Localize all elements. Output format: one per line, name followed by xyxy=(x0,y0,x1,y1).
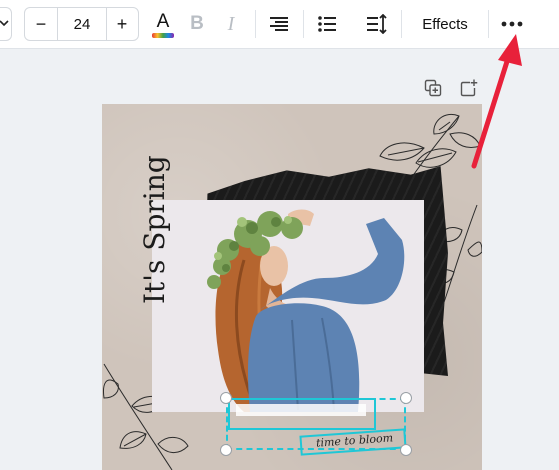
selected-text-highlight xyxy=(236,404,366,416)
design-title: It's Spring! xyxy=(138,154,171,304)
design-title-container[interactable]: It's Spring! xyxy=(114,154,174,314)
decrease-font-size-button[interactable]: − xyxy=(25,8,57,40)
more-options-icon xyxy=(501,21,523,27)
arrow-shaft xyxy=(471,49,513,169)
increase-font-size-button[interactable]: + xyxy=(106,8,138,40)
resize-handle-top-left[interactable] xyxy=(220,392,232,404)
resize-handle-bottom-left[interactable] xyxy=(220,444,232,456)
text-color-button[interactable]: A xyxy=(148,8,178,40)
color-swatch xyxy=(152,32,174,38)
chevron-down-icon xyxy=(0,20,9,27)
font-dropdown[interactable] xyxy=(0,7,12,41)
resize-handle-bottom-right[interactable] xyxy=(400,444,412,456)
list-button[interactable] xyxy=(312,8,342,40)
duplicate-page-button[interactable] xyxy=(422,77,444,99)
photo-illustration xyxy=(207,209,405,412)
red-arrow-annotation xyxy=(471,34,522,169)
divider xyxy=(255,10,256,38)
bold-button[interactable]: B xyxy=(182,8,212,40)
resize-handle-top-right[interactable] xyxy=(400,392,412,404)
line-spacing-button[interactable] xyxy=(362,8,392,40)
align-right-icon xyxy=(270,17,288,31)
font-size-control: − + xyxy=(24,7,139,41)
design-canvas[interactable]: It's Spring! time to bloom xyxy=(102,104,482,470)
list-icon xyxy=(318,16,336,32)
arrow-head xyxy=(498,34,522,66)
font-size-input[interactable] xyxy=(58,8,106,40)
woman-photo[interactable] xyxy=(152,200,424,412)
text-element-outline xyxy=(228,398,376,430)
italic-button[interactable]: I xyxy=(216,8,246,40)
align-button[interactable] xyxy=(264,8,294,40)
divider xyxy=(401,10,402,38)
text-color-icon: A xyxy=(156,10,170,32)
divider xyxy=(303,10,304,38)
line-spacing-icon xyxy=(367,14,387,34)
duplicate-page-icon xyxy=(424,79,442,97)
